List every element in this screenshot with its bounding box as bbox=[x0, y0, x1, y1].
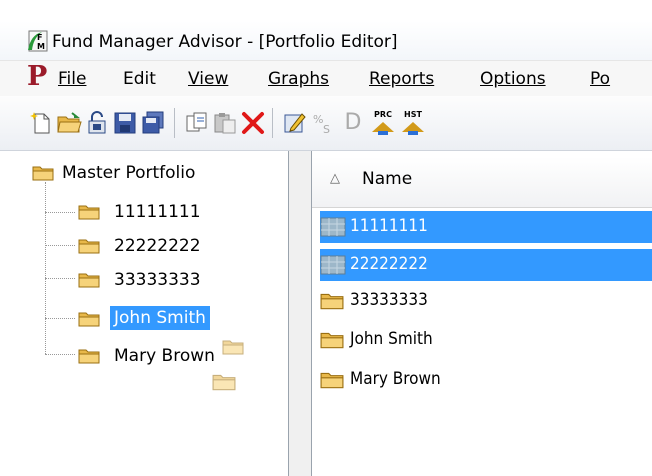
menu-file[interactable]: File bbox=[58, 68, 86, 90]
house-arrow-icon bbox=[402, 122, 424, 135]
drag-ghost-folder-icon bbox=[222, 340, 244, 355]
folder-icon bbox=[78, 312, 100, 327]
paste-icon[interactable] bbox=[212, 110, 238, 136]
menu-options[interactable]: Options bbox=[480, 68, 546, 90]
svg-text:F: F bbox=[37, 33, 42, 42]
tree-label: Master Portfolio bbox=[62, 163, 196, 183]
folder-icon bbox=[320, 293, 344, 310]
column-header-label: Name bbox=[362, 169, 413, 189]
menu-logo[interactable]: P bbox=[27, 62, 47, 92]
edit-icon[interactable] bbox=[282, 110, 308, 136]
history-update-button[interactable]: HST bbox=[400, 110, 426, 136]
folder-icon bbox=[320, 332, 344, 349]
tree-label-selected: John Smith bbox=[110, 306, 210, 330]
tree-connector bbox=[45, 245, 75, 246]
menu-portfolio[interactable]: Po bbox=[590, 68, 610, 90]
menu-reports[interactable]: Reports bbox=[369, 68, 434, 90]
folder-icon bbox=[78, 349, 100, 364]
folder-icon bbox=[78, 205, 100, 220]
folder-icon bbox=[78, 239, 100, 254]
drag-ghost-folder-icon bbox=[212, 374, 236, 391]
open-folder-icon[interactable] bbox=[56, 110, 82, 136]
folder-icon bbox=[320, 372, 344, 389]
distribution-icon[interactable]: D bbox=[340, 110, 366, 136]
list-row-label: John Smith bbox=[350, 329, 433, 349]
menu-graphs-label: Graphs bbox=[268, 69, 330, 89]
list-row[interactable]: Mary Brown bbox=[320, 364, 652, 396]
tree-label: 33333333 bbox=[114, 270, 201, 290]
menu-portfolio-label: Po bbox=[590, 69, 611, 89]
svg-text:S: S bbox=[323, 123, 330, 136]
save-all-icon[interactable] bbox=[140, 110, 166, 136]
folder-icon bbox=[32, 166, 54, 181]
tree-label: 11111111 bbox=[114, 202, 201, 222]
menu-edit[interactable]: Edit bbox=[123, 68, 156, 90]
app-icon: F M bbox=[28, 30, 48, 52]
list-row[interactable]: 11111111 bbox=[320, 211, 652, 243]
name-column-header[interactable]: △ Name bbox=[312, 157, 652, 208]
menu-graphs[interactable]: Graphs bbox=[268, 68, 329, 90]
price-update-button[interactable]: PRC bbox=[370, 110, 396, 136]
menu-view-label: View bbox=[188, 69, 229, 89]
list-row-label: 33333333 bbox=[350, 290, 428, 310]
hst-label: HST bbox=[404, 110, 422, 119]
folder-icon bbox=[78, 273, 100, 288]
menu-options-label: Options bbox=[480, 69, 546, 89]
toolbar-separator bbox=[174, 108, 175, 138]
new-file-icon[interactable] bbox=[28, 110, 54, 136]
tree-connector bbox=[45, 354, 75, 355]
svg-text:%: % bbox=[313, 113, 323, 126]
list-row-label: 11111111 bbox=[350, 216, 428, 236]
list-row-label: Mary Brown bbox=[350, 369, 441, 389]
tree-connector bbox=[45, 278, 75, 279]
tree-connector bbox=[45, 182, 46, 354]
tree-connector bbox=[45, 212, 75, 213]
toolbar-separator bbox=[272, 108, 273, 138]
svg-text:M: M bbox=[37, 42, 45, 51]
percent-icon[interactable]: % S bbox=[310, 110, 336, 136]
menu-reports-label: Reports bbox=[369, 69, 435, 89]
pane-splitter[interactable] bbox=[289, 151, 312, 476]
menu-view[interactable]: View bbox=[188, 68, 228, 90]
list-row[interactable]: John Smith bbox=[320, 324, 652, 356]
prc-label: PRC bbox=[374, 110, 392, 119]
delete-icon[interactable] bbox=[240, 110, 266, 136]
menu-file-label: File bbox=[58, 69, 87, 89]
list-row[interactable]: 22222222 bbox=[320, 249, 652, 281]
tree-label: 22222222 bbox=[114, 236, 201, 256]
open-lock-icon[interactable] bbox=[84, 110, 110, 136]
house-arrow-icon bbox=[372, 122, 394, 135]
sort-ascending-icon: △ bbox=[330, 171, 340, 186]
tree-connector bbox=[45, 318, 75, 319]
window-title: Fund Manager Advisor - [Portfolio Editor… bbox=[52, 32, 398, 52]
list-row[interactable]: 33333333 bbox=[320, 285, 652, 317]
list-row-label: 22222222 bbox=[350, 254, 428, 274]
fund-grid-icon bbox=[320, 217, 346, 237]
fund-grid-icon bbox=[320, 255, 346, 275]
tree-label: Mary Brown bbox=[114, 346, 215, 366]
save-icon[interactable] bbox=[112, 110, 138, 136]
copy-icon[interactable] bbox=[184, 110, 210, 136]
